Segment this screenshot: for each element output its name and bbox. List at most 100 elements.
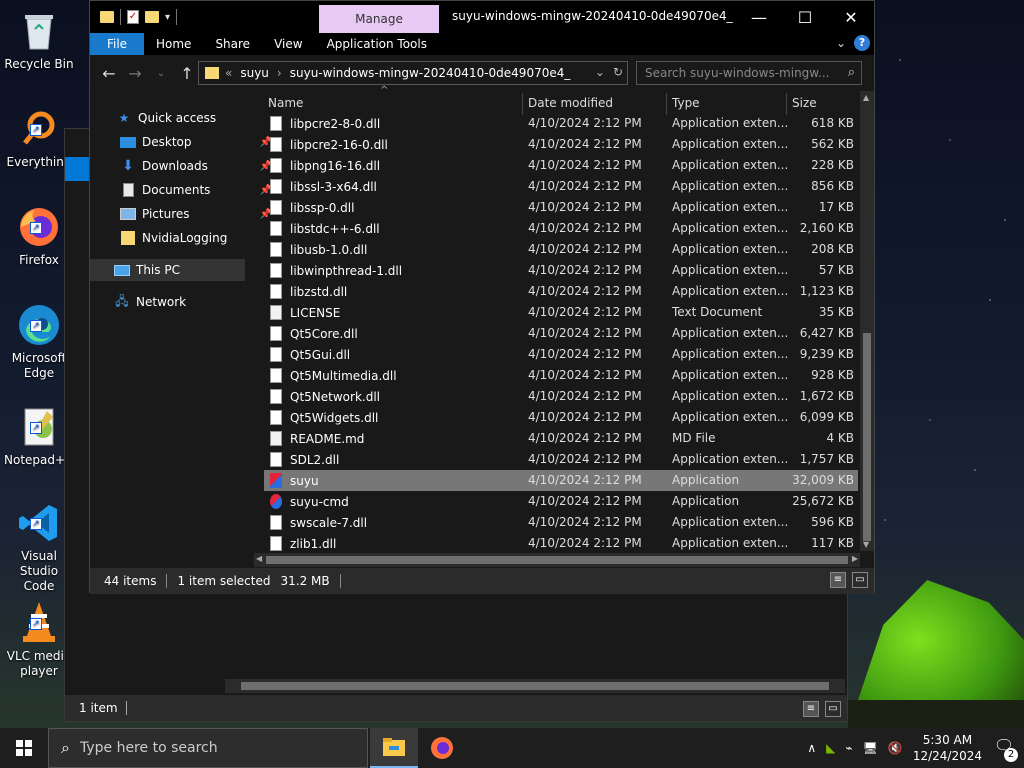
file-row[interactable]: Qt5Multimedia.dll 4/10/2024 2:12 PM Applic… [264,365,858,386]
column-header-size[interactable]: Size [792,91,852,115]
file-row[interactable]: Qt5Gui.dll 4/10/2024 2:12 PM Application e… [264,344,858,365]
clock[interactable]: 5:30 AM 12/24/2024 [913,732,982,764]
nav-item-this-pc[interactable]: This PC [90,259,245,281]
scroll-down-icon[interactable]: ▼ [863,540,869,549]
tab-share[interactable]: Share [203,33,262,55]
file-row[interactable]: Qt5Widgets.dll 4/10/2024 2:12 PM Applicati… [264,407,858,428]
forward-button[interactable]: → [122,64,148,83]
nav-item-desktop[interactable]: Desktop 📌 [120,131,276,153]
scrollbar-thumb[interactable] [241,682,829,690]
file-row[interactable]: libzstd.dll 4/10/2024 2:12 PM Application … [264,281,858,302]
file-row[interactable]: libpcre2-16-0.dll 4/10/2024 2:12 PM Applic… [264,134,858,155]
tab-view[interactable]: View [262,33,314,55]
new-folder-icon[interactable] [145,11,159,23]
nvidia-icon[interactable]: ◣ [826,741,835,755]
expand-ribbon-icon[interactable]: ⌄ [836,36,846,50]
nav-item-nvidialogging[interactable]: NvidiaLogging [120,227,276,249]
file-row[interactable]: Qt5Core.dll 4/10/2024 2:12 PM Application … [264,323,858,344]
up-button[interactable]: ↑ [174,64,200,83]
recent-locations-icon[interactable]: ⌄ [148,68,174,79]
volume-muted-icon[interactable]: 🔇 [888,741,903,755]
file-row[interactable]: LICENSE 4/10/2024 2:12 PM Text Document 35 … [264,302,858,323]
title-bar[interactable]: ✓ ▾ Manage suyu-windows-mingw-20240410-0… [90,1,874,33]
taskbar-firefox[interactable] [418,728,466,768]
network-status-icon[interactable]: 🖥 [863,741,878,755]
star-icon: ★ [118,111,130,125]
start-button[interactable] [0,728,48,768]
search-input[interactable]: Search suyu-windows-mingw... ⌕ [636,61,862,85]
file-name: libpng16-16.dll [290,158,381,173]
details-view-button[interactable]: ≡ [830,572,846,588]
nav-item-network[interactable]: 🖧 Network [114,291,270,313]
scrollbar-thumb[interactable] [863,333,871,541]
back-button[interactable]: ← [96,64,122,83]
file-row[interactable]: Qt5Network.dll 4/10/2024 2:12 PM Applicati… [264,386,858,407]
column-divider[interactable] [666,93,667,115]
breadcrumb-separator-icon[interactable]: › [277,66,282,80]
file-row[interactable]: zlib1.dll 4/10/2024 2:12 PM Application ex… [264,533,858,554]
vertical-scrollbar[interactable]: ▲ ▼ [860,91,874,551]
nav-item-quick-access[interactable]: ★ Quick access [116,107,272,129]
nav-item-downloads[interactable]: ⬇ Downloads 📌 [120,155,276,177]
nav-item-pictures[interactable]: Pictures 📌 [120,203,276,225]
manage-contextual-tab[interactable]: Manage [319,5,439,33]
file-row[interactable]: libpng16-16.dll 4/10/2024 2:12 PM Applicat… [264,155,858,176]
column-divider[interactable] [522,93,523,115]
notification-center-icon[interactable]: 🗨 2 [992,736,1018,762]
battery-saver-icon[interactable]: ⌁ [845,741,852,755]
file-row[interactable]: suyu 4/10/2024 2:12 PM Application 32,009 K… [264,470,858,491]
scroll-right-icon[interactable]: ▶ [852,554,858,563]
taskbar-search-box[interactable]: ⌕ Type here to search [48,728,368,768]
file-row[interactable]: libssl-3-x64.dll 4/10/2024 2:12 PM Applica… [264,176,858,197]
file-row[interactable]: SDL2.dll 4/10/2024 2:12 PM Application ext… [264,449,858,470]
tab-file[interactable]: File [90,33,144,55]
file-row[interactable]: suyu-cmd 4/10/2024 2:12 PM Application 25,6… [264,491,858,512]
refresh-icon[interactable]: ↻ [613,65,623,79]
file-row[interactable]: README.md 4/10/2024 2:12 PM MD File 4 KB [264,428,858,449]
background-window-horizontal-scrollbar[interactable] [225,679,845,693]
tab-home[interactable]: Home [144,33,203,55]
scroll-left-icon[interactable]: ◀ [256,554,262,563]
file-date-modified: 4/10/2024 2:12 PM [528,284,642,298]
item-count: 44 items [104,574,157,588]
show-hidden-icons-icon[interactable]: ∧ [807,741,816,755]
file-row[interactable]: libwinpthread-1.dll 4/10/2024 2:12 PM Appl… [264,260,858,281]
horizontal-scrollbar[interactable]: ◀ ▶ [254,553,860,567]
file-row[interactable]: libpcre2-8-0.dll 4/10/2024 2:12 PM Applica… [264,113,858,134]
file-row[interactable]: swscale-7.dll 4/10/2024 2:12 PM Applicatio… [264,512,858,533]
file-date-modified: 4/10/2024 2:12 PM [528,200,642,214]
navigation-pane: ★ Quick access Desktop 📌 ⬇ Downloads 📌 D… [90,93,272,567]
address-dropdown-icon[interactable]: ⌄ [595,65,605,79]
scrollbar-thumb[interactable] [266,556,848,564]
file-type: Application exten... [672,158,789,172]
file-txt-icon [270,431,282,446]
help-icon[interactable]: ? [854,35,870,51]
large-icons-view-button[interactable]: ▭ [825,701,841,717]
address-bar[interactable]: « suyu › suyu-windows-mingw-20240410-0de… [198,61,628,85]
properties-icon[interactable]: ✓ [127,10,139,24]
file-name-cell: Qt5Core.dll [270,326,358,341]
desktop-icon-recycle-bin[interactable]: Recycle Bin [4,8,74,72]
taskbar-file-explorer[interactable] [370,728,418,768]
file-row[interactable]: libstdc++-6.dll 4/10/2024 2:12 PM Applicat… [264,218,858,239]
file-row[interactable]: libusb-1.0.dll 4/10/2024 2:12 PM Applicati… [264,239,858,260]
maximize-button[interactable]: ☐ [782,1,828,33]
customize-toolbar-icon[interactable]: ▾ [165,12,170,23]
column-header-date-modified[interactable]: Date modified [528,91,664,115]
large-icons-view-button[interactable]: ▭ [852,572,868,588]
file-type: Application exten... [672,200,789,214]
details-view-button[interactable]: ≡ [803,701,819,717]
minimize-button[interactable]: — [736,1,782,33]
breadcrumb-item[interactable]: suyu-windows-mingw-20240410-0de49070e4_ [290,66,571,80]
scroll-up-icon[interactable]: ▲ [863,93,869,102]
close-button[interactable]: ✕ [828,1,874,33]
column-header-type[interactable]: Type [672,91,782,115]
breadcrumb-overflow[interactable]: « [225,66,232,80]
file-row[interactable]: libssp-0.dll 4/10/2024 2:12 PM Application… [264,197,858,218]
firefox-icon: ↗ [16,204,62,250]
nav-item-documents[interactable]: Documents 📌 [120,179,276,201]
column-divider[interactable] [786,93,787,115]
tab-application-tools[interactable]: Application Tools [315,33,439,55]
breadcrumb-item[interactable]: suyu [240,66,269,80]
column-header-name[interactable]: Name [268,91,518,115]
